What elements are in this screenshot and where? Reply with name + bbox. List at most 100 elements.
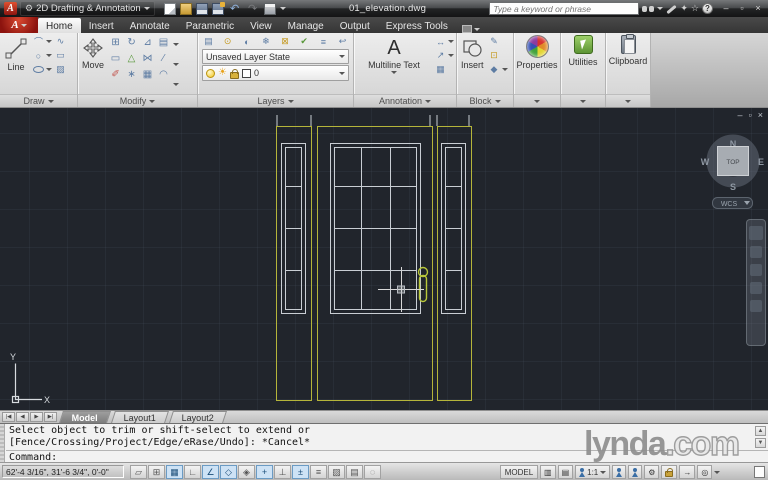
coordinates-display[interactable]: 62'-4 3/16", 31'-6 3/4", 0'-0" bbox=[2, 465, 124, 478]
viewcube-east[interactable]: E bbox=[758, 157, 764, 167]
viewcube-west[interactable]: W bbox=[701, 157, 710, 167]
rectangle-tool-button[interactable]: ▭ bbox=[54, 49, 67, 62]
copy-tool-button[interactable]: ⊞ bbox=[108, 35, 123, 50]
header-tick-lines[interactable] bbox=[276, 115, 470, 126]
fillet-tool-button[interactable]: ◠ bbox=[156, 67, 171, 82]
save-as-button[interactable] bbox=[211, 1, 225, 15]
erase-tool-button[interactable]: ✐ bbox=[108, 67, 123, 82]
quick-view-layouts-button[interactable]: ▥ bbox=[540, 465, 556, 479]
application-menu-button[interactable]: A bbox=[0, 17, 38, 33]
clipboard-icon[interactable] bbox=[620, 34, 636, 54]
ellipse-tool-button[interactable] bbox=[32, 63, 45, 76]
plot-button[interactable] bbox=[263, 2, 276, 15]
leader-tool-button[interactable]: ↗ bbox=[434, 49, 447, 62]
layer-match-button[interactable]: ≡ bbox=[317, 35, 330, 48]
workspace-switching-button[interactable]: ⚙ bbox=[644, 465, 660, 479]
communication-center-icon[interactable]: ✦ bbox=[680, 2, 688, 15]
navigation-bar[interactable] bbox=[746, 219, 766, 346]
minimize-button[interactable]: – bbox=[720, 2, 732, 15]
circle-dropdown-icon[interactable] bbox=[46, 54, 52, 57]
panel-label-layers[interactable]: Layers bbox=[198, 94, 353, 107]
annotation-visibility-button[interactable] bbox=[612, 465, 627, 479]
tab-layout2[interactable]: Layout2 bbox=[169, 411, 228, 423]
orbit-icon[interactable] bbox=[750, 282, 762, 294]
trim-tool-button[interactable]: ⁄ bbox=[156, 51, 171, 66]
sidelight-left-mullions[interactable] bbox=[285, 186, 302, 271]
tab-view[interactable]: View bbox=[242, 18, 280, 33]
clean-screen-button[interactable] bbox=[754, 466, 765, 478]
layer-off-button[interactable]: ⊙ bbox=[221, 35, 234, 48]
tab-model[interactable]: Model bbox=[59, 411, 111, 423]
rotate-tool-button[interactable]: ↻ bbox=[124, 35, 139, 50]
drawing-restore-button[interactable]: ▫ bbox=[749, 110, 752, 120]
polyline-tool-button[interactable]: ∿ bbox=[54, 35, 67, 48]
panel-label-block[interactable]: Block bbox=[457, 94, 513, 107]
sidelight-right-mullions[interactable] bbox=[445, 186, 462, 271]
block-edit-button[interactable]: ✎ bbox=[488, 35, 501, 48]
close-button[interactable]: × bbox=[752, 2, 764, 15]
toggle-infer-constraints[interactable]: ▱ bbox=[130, 465, 147, 479]
toggle-snap-mode[interactable]: ⊞ bbox=[148, 465, 165, 479]
viewcube[interactable]: N S W E TOP WCS bbox=[701, 134, 764, 209]
table-tool-button[interactable]: ▦ bbox=[434, 63, 447, 76]
showmotion-icon[interactable] bbox=[750, 300, 762, 312]
scale-tool-button[interactable]: ⊿ bbox=[140, 35, 155, 50]
toggle-lineweight[interactable]: ≡ bbox=[310, 465, 327, 479]
arc-tool-button[interactable]: ⌒ bbox=[32, 35, 45, 48]
toggle-3d-object-snap[interactable]: ◈ bbox=[238, 465, 255, 479]
new-file-button[interactable] bbox=[163, 2, 176, 15]
dimension-tool-button[interactable]: ↔ bbox=[434, 35, 447, 48]
multiline-text-button[interactable]: A Multiline Text bbox=[356, 35, 432, 94]
command-window-grip[interactable] bbox=[0, 424, 5, 462]
save-button[interactable] bbox=[195, 2, 208, 15]
toggle-transparency[interactable]: ▨ bbox=[328, 465, 345, 479]
leader-dropdown-icon[interactable] bbox=[448, 54, 454, 57]
tab-home[interactable]: Home bbox=[38, 18, 81, 33]
mirror-tool-button[interactable]: ⋈ bbox=[140, 51, 155, 66]
toggle-grid-display[interactable]: ▦ bbox=[166, 465, 183, 479]
steering-wheel-icon[interactable] bbox=[749, 226, 763, 240]
redo-button[interactable]: ↷ bbox=[246, 3, 260, 15]
tab-parametric[interactable]: Parametric bbox=[178, 18, 242, 33]
search-input[interactable] bbox=[493, 3, 636, 14]
layer-properties-button[interactable]: ▤ bbox=[202, 35, 215, 48]
isolate-objects-button[interactable]: ◎ bbox=[697, 465, 713, 479]
layer-thaw-sun-icon[interactable]: ☀ bbox=[218, 68, 227, 78]
subscription-wrench-icon[interactable] bbox=[666, 4, 678, 15]
pan-icon[interactable] bbox=[750, 246, 762, 258]
offset-tool-button[interactable]: △ bbox=[124, 51, 139, 66]
tab-insert[interactable]: Insert bbox=[81, 18, 122, 33]
layer-isolate-button[interactable]: ◐ bbox=[240, 35, 253, 48]
viewcube-south[interactable]: S bbox=[730, 182, 736, 192]
ellipse-dropdown-icon[interactable] bbox=[46, 68, 52, 71]
door-elevation-drawing[interactable]: Y X N S W E TOP WCS bbox=[0, 108, 768, 410]
last-tab-button[interactable]: ▶| bbox=[44, 412, 57, 422]
quick-view-drawings-button[interactable]: ▤ bbox=[557, 465, 574, 479]
door-handle[interactable] bbox=[417, 266, 429, 303]
tab-manage[interactable]: Manage bbox=[280, 18, 332, 33]
command-scroll-up-button[interactable]: ▲ bbox=[755, 426, 766, 436]
search-icon[interactable] bbox=[642, 5, 655, 13]
tab-output[interactable]: Output bbox=[332, 18, 378, 33]
application-status-menu-icon[interactable] bbox=[714, 470, 721, 474]
toolbar-lock-button[interactable] bbox=[661, 465, 678, 479]
circle-tool-button[interactable]: ○ bbox=[32, 49, 45, 62]
layer-on-bulb-icon[interactable] bbox=[206, 68, 215, 78]
command-scroll-down-button[interactable]: ▼ bbox=[755, 438, 766, 448]
restore-button[interactable]: ▫ bbox=[736, 2, 748, 15]
layer-state-dropdown[interactable]: Unsaved Layer State bbox=[202, 49, 349, 64]
first-tab-button[interactable]: |◀ bbox=[2, 412, 15, 422]
panel-label-draw[interactable]: Draw bbox=[0, 94, 77, 107]
hardware-acceleration-button[interactable]: → bbox=[679, 465, 696, 479]
door-mullions[interactable] bbox=[334, 147, 417, 310]
properties-color-wheel-icon[interactable] bbox=[525, 35, 549, 58]
auto-annotation-scale-button[interactable] bbox=[628, 465, 643, 479]
block-attr-dropdown-icon[interactable] bbox=[501, 68, 508, 71]
layer-make-current-button[interactable]: ✔ bbox=[298, 35, 311, 48]
toggle-selection-cycling[interactable]: ◌ bbox=[364, 465, 381, 479]
toggle-object-snap[interactable]: ◇ bbox=[220, 465, 237, 479]
toggle-dynamic-ucs[interactable]: ⊥ bbox=[274, 465, 291, 479]
layer-dropdown[interactable]: ☀ 0 bbox=[202, 65, 349, 81]
stack-tool-button[interactable]: ▤ bbox=[156, 35, 171, 50]
drawing-canvas[interactable]: – ▫ × Y X N S W E TOP WCS bbox=[0, 108, 768, 410]
